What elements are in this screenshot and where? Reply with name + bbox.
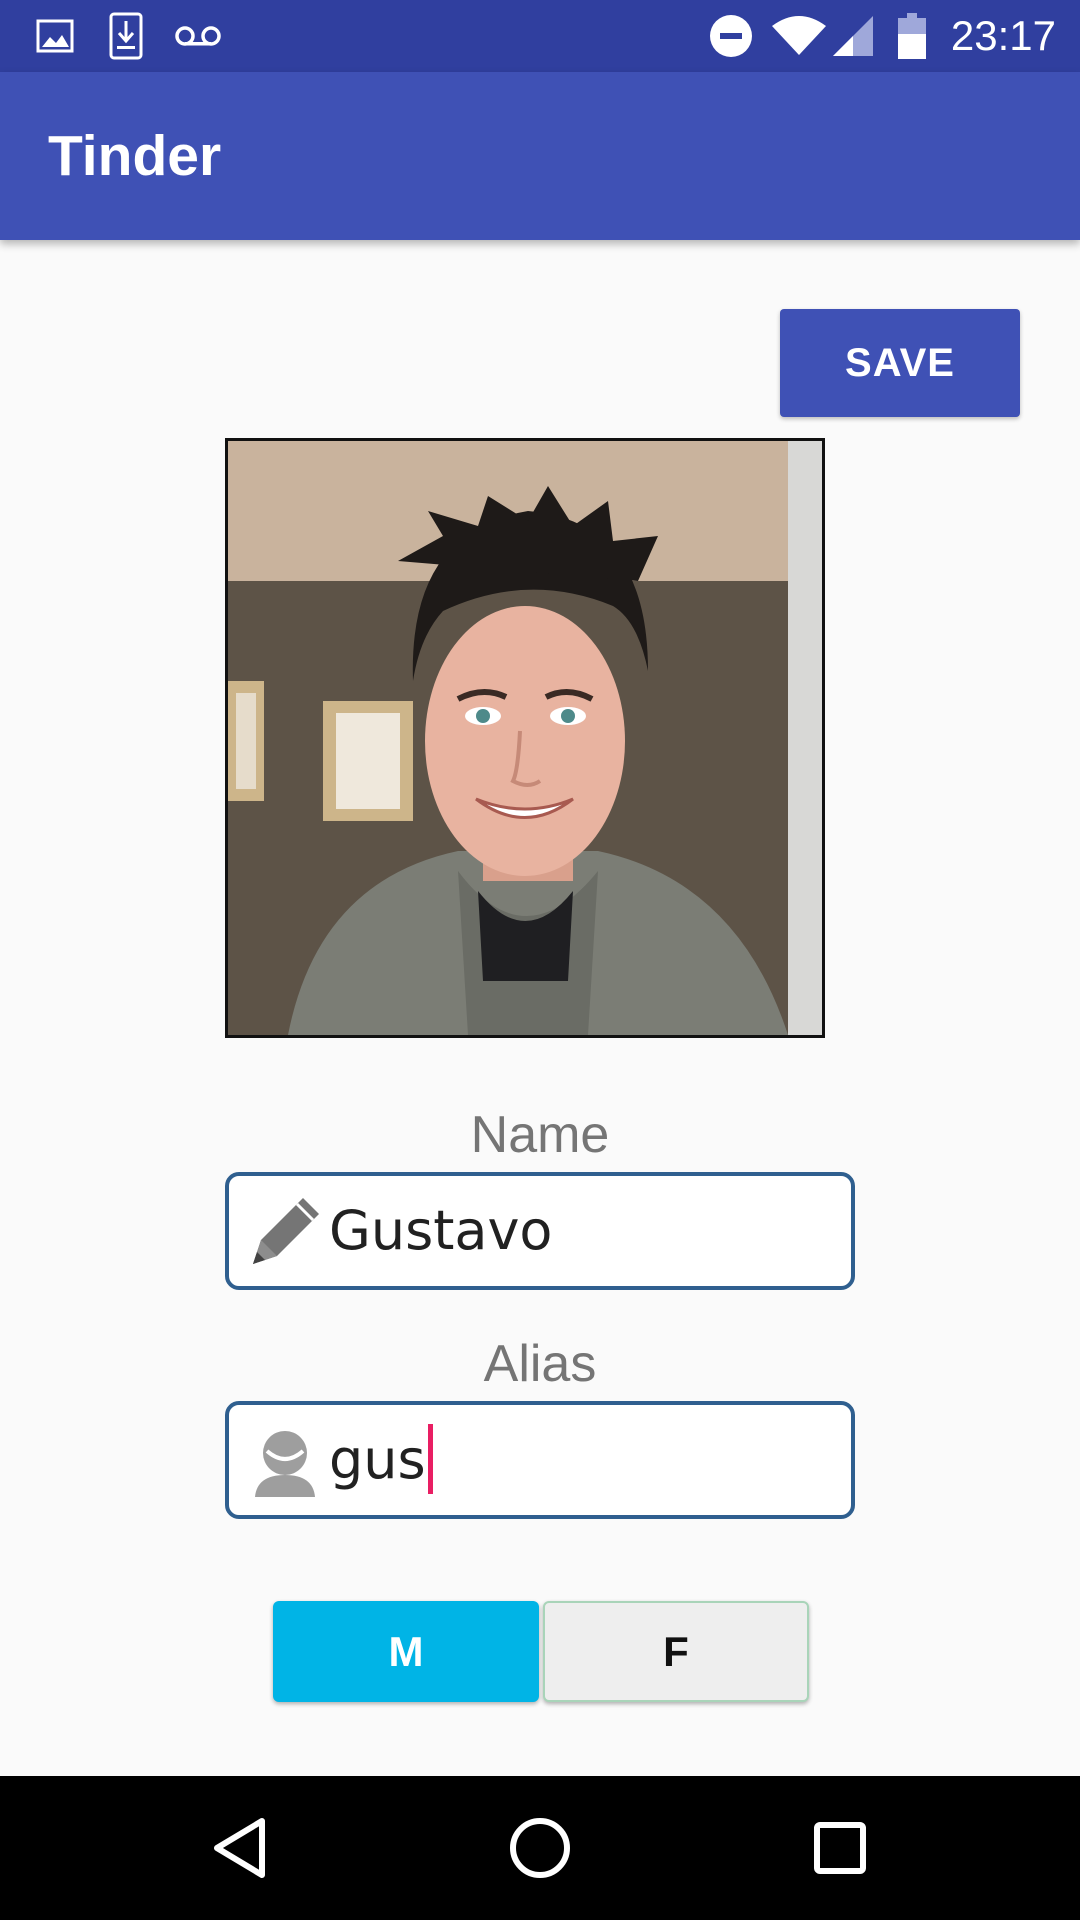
image-icon: [32, 0, 78, 72]
battery-icon: [896, 0, 928, 72]
person-icon: [245, 1419, 325, 1501]
profile-photo[interactable]: [225, 438, 825, 1038]
save-button[interactable]: SAVE: [780, 309, 1020, 417]
app-title: Tinder: [48, 124, 222, 188]
text-cursor: [427, 1424, 433, 1495]
alias-field[interactable]: gus: [225, 1401, 855, 1519]
download-icon: [106, 0, 146, 72]
name-field[interactable]: Gustavo: [225, 1172, 855, 1290]
home-icon[interactable]: [460, 1776, 620, 1920]
status-bar: 23:17: [0, 0, 1080, 72]
gender-female-button[interactable]: F: [543, 1601, 809, 1702]
status-time: 23:17: [950, 12, 1056, 59]
do-not-disturb-icon: [708, 0, 754, 72]
name-label: Name: [470, 1106, 610, 1164]
alias-text: gus: [329, 1428, 426, 1491]
alias-label: Alias: [483, 1335, 597, 1393]
pencil-icon: [245, 1190, 325, 1272]
voicemail-icon: [172, 0, 224, 72]
wifi-icon: [770, 0, 828, 72]
name-value: Gustavo: [329, 1199, 553, 1262]
alias-value: gus: [329, 1405, 433, 1515]
navigation-bar: [0, 1776, 1080, 1920]
app-bar: Tinder: [0, 72, 1080, 240]
gender-male-button[interactable]: M: [273, 1601, 539, 1702]
back-icon[interactable]: [160, 1776, 320, 1920]
signal-icon: [830, 0, 876, 72]
recents-icon[interactable]: [760, 1776, 920, 1920]
